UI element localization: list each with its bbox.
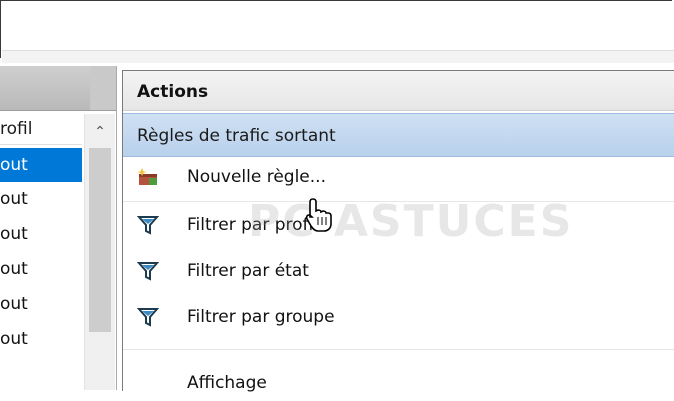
action-label: Nouvelle règle...	[187, 167, 326, 187]
action-label: Filtrer par groupe	[187, 307, 335, 327]
vertical-scrollbar[interactable]: ⌃	[84, 114, 115, 390]
actions-panel: Actions Règles de trafic sortant Nouvell…	[122, 70, 674, 393]
table-row[interactable]: out	[0, 148, 82, 182]
divider	[123, 349, 674, 350]
table-row[interactable]: out	[0, 287, 82, 322]
action-filter-group[interactable]: Filtrer par groupe	[123, 299, 674, 335]
filter-icon	[137, 308, 159, 327]
rules-list: out out out out out out	[0, 148, 82, 357]
left-panel-header	[0, 66, 116, 111]
column-header-profil[interactable]: rofil	[0, 114, 82, 145]
action-filter-profile[interactable]: Filtrer par profil	[123, 207, 674, 243]
divider	[123, 201, 674, 202]
filter-icon	[137, 262, 159, 281]
action-view[interactable]: Affichage	[123, 365, 674, 401]
table-row[interactable]: out	[0, 252, 82, 287]
filter-icon	[137, 216, 159, 235]
action-filter-state[interactable]: Filtrer par état	[123, 253, 674, 289]
hand-cursor-icon	[305, 198, 332, 232]
table-row[interactable]: out	[0, 217, 82, 252]
action-new-rule[interactable]: Nouvelle règle...	[123, 159, 674, 195]
scrollbar-thumb[interactable]	[89, 148, 111, 332]
rules-list-panel: rofil out out out out out out ⌃	[0, 66, 117, 390]
chevron-up-icon[interactable]: ⌃	[85, 122, 115, 142]
action-label: Filtrer par profil	[187, 215, 318, 235]
table-row[interactable]: out	[0, 182, 82, 217]
app-window: rofil out out out out out out ⌃ Actions …	[0, 0, 674, 393]
action-label: Filtrer par état	[187, 261, 309, 281]
left-header-scroll-area	[90, 66, 116, 110]
toolbar-strip	[2, 50, 674, 63]
action-label: Affichage	[187, 373, 267, 393]
table-row[interactable]: out	[0, 322, 82, 357]
new-rule-icon	[137, 168, 157, 185]
section-outbound-rules[interactable]: Règles de trafic sortant	[123, 113, 674, 157]
actions-title: Actions	[123, 71, 674, 111]
